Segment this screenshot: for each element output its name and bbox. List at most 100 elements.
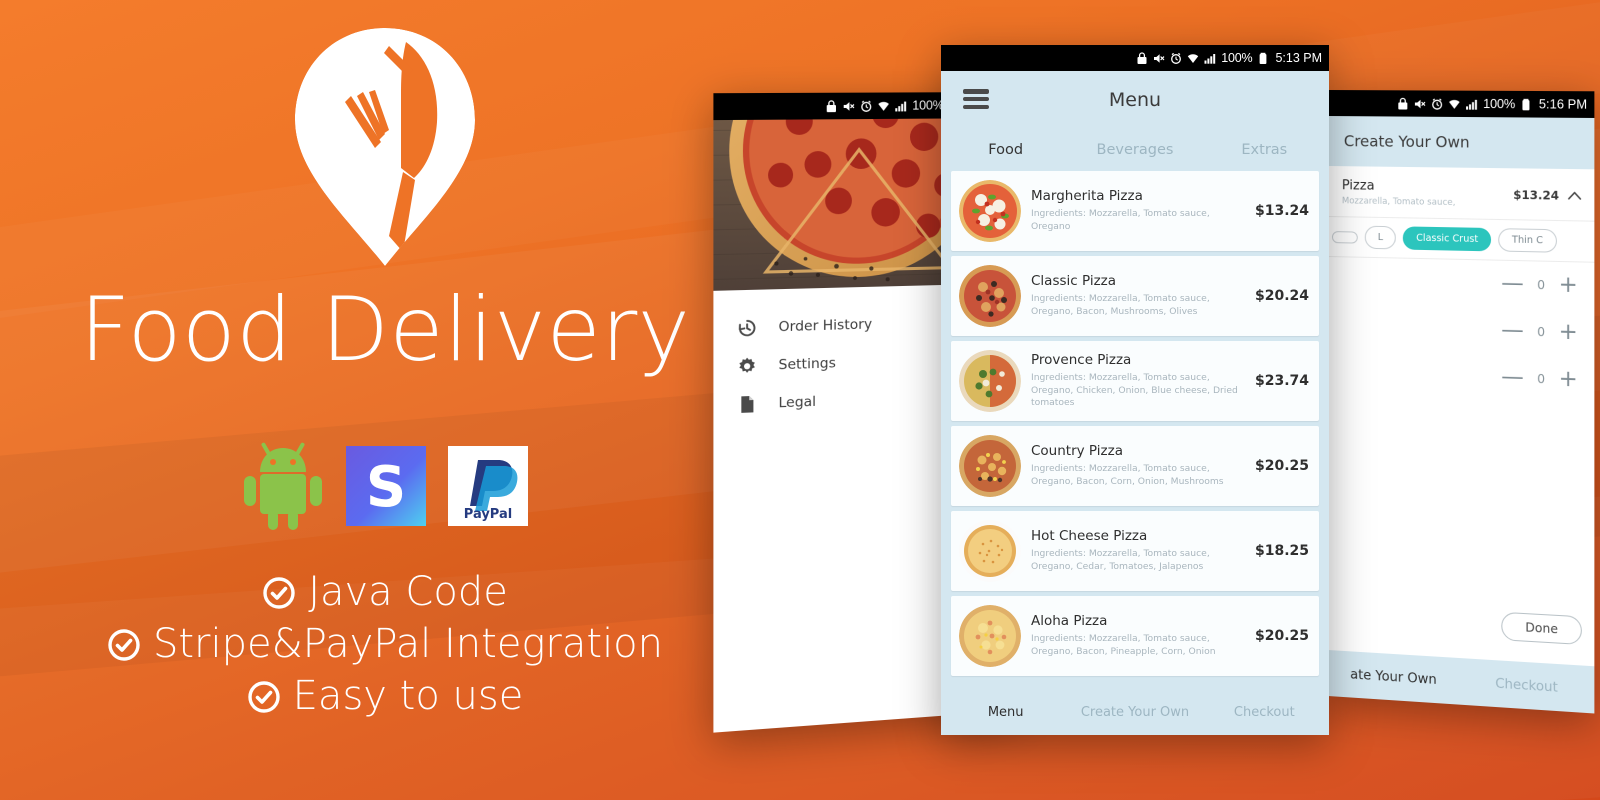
- drawer-item-label: Settings: [778, 354, 836, 373]
- drawer-item-label: Legal: [778, 393, 817, 411]
- menu-item-desc: Ingredients: Mozzarella, Tomato sauce, O…: [1031, 633, 1216, 657]
- menu-item-desc: Ingredients: Mozzarella, Tomato sauce, O…: [1031, 463, 1224, 487]
- stripe-badge: S: [346, 446, 426, 526]
- signal-icon: [1204, 53, 1216, 64]
- done-button[interactable]: Done: [1501, 611, 1582, 645]
- bottom-nav-checkout[interactable]: Checkout: [1200, 705, 1329, 720]
- stepper-value: 0: [1537, 324, 1546, 340]
- decrement-button[interactable]: —: [1501, 318, 1524, 344]
- crust-chip[interactable]: [1331, 230, 1358, 244]
- customize-item-header[interactable]: Pizza Mozzarella, Tomato sauce, $13.24: [1328, 166, 1594, 221]
- feature-item: Java Code: [0, 570, 770, 614]
- menu-item-price: $18.25: [1254, 543, 1309, 559]
- lock-icon: [1397, 97, 1409, 110]
- crust-chip[interactable]: Thin C: [1498, 228, 1557, 253]
- bottom-nav-create-your-own[interactable]: ate Your Own: [1328, 666, 1459, 689]
- bottom-nav-checkout[interactable]: Checkout: [1459, 674, 1594, 698]
- margherita-pizza-thumb: [959, 180, 1021, 242]
- status-clock: 5:13 PM: [1275, 51, 1322, 65]
- check-circle-icon: [107, 627, 141, 661]
- page-title: Food Delivery: [79, 278, 691, 381]
- increment-button[interactable]: +: [1559, 272, 1578, 298]
- hot-cheese-pizza-thumb: [959, 520, 1021, 582]
- mute-icon: [1415, 99, 1426, 108]
- list-item-text: Margherita Pizza Ingredients: Mozzarella…: [1031, 188, 1247, 233]
- menu-item-desc: Ingredients: Mozzarella, Tomato sauce, O…: [1031, 293, 1210, 317]
- decrement-button[interactable]: —: [1501, 271, 1524, 297]
- app-background: Menu Food Beverages Extras Margherita Pi…: [941, 71, 1329, 735]
- battery-icon: [1260, 52, 1267, 64]
- topping-stepper: — 0 +: [1328, 257, 1594, 310]
- app-bar: Create Your Own: [1328, 116, 1594, 169]
- app-bar-title: Create Your Own: [1343, 132, 1470, 152]
- android-badge: [242, 440, 324, 532]
- stepper-value: 0: [1537, 371, 1546, 387]
- list-item[interactable]: Margherita Pizza Ingredients: Mozzarella…: [951, 171, 1319, 251]
- feature-label: Easy to use: [292, 673, 524, 719]
- alarm-icon: [860, 99, 872, 112]
- app-background: Create Your Own Pizza Mozzarella, Tomato…: [1328, 116, 1595, 714]
- increment-button[interactable]: +: [1559, 366, 1578, 392]
- menu-item-price: $20.24: [1254, 288, 1309, 304]
- tab-food[interactable]: Food: [941, 142, 1070, 158]
- feature-item: Easy to use: [0, 674, 770, 718]
- branding-panel: Food Delivery S PayPal Java Code Stripe&…: [0, 0, 770, 800]
- wifi-icon: [878, 101, 890, 111]
- fork-knife-pin-logo: [285, 22, 485, 272]
- increment-button[interactable]: +: [1559, 319, 1578, 345]
- check-circle-icon: [247, 679, 281, 713]
- aloha-pizza-thumb: [959, 605, 1021, 667]
- lock-icon: [1137, 51, 1147, 64]
- menu-item-name: Country Pizza: [1031, 443, 1123, 460]
- customize-item-price: $13.24: [1513, 187, 1560, 203]
- list-item[interactable]: Classic Pizza Ingredients: Mozzarella, T…: [951, 256, 1319, 336]
- chevron-up-icon[interactable]: [1565, 186, 1584, 205]
- provence-pizza-thumb: [959, 350, 1021, 412]
- list-item-text: Classic Pizza Ingredients: Mozzarella, T…: [1031, 273, 1247, 318]
- status-bar: 100% 5:13 PM: [941, 45, 1329, 71]
- battery-percent: 100%: [1483, 96, 1516, 112]
- topping-stepper: — 0 +: [1328, 349, 1594, 404]
- list-item[interactable]: Aloha Pizza Ingredients: Mozzarella, Tom…: [951, 596, 1319, 676]
- svg-text:PayPal: PayPal: [464, 507, 512, 522]
- app-bar: Menu: [941, 71, 1329, 129]
- done-button-wrap: Done: [1501, 611, 1582, 645]
- menu-item-price: $13.24: [1254, 203, 1309, 219]
- mute-icon: [843, 99, 855, 111]
- menu-item-price: $20.25: [1254, 628, 1309, 644]
- crust-chip-selected[interactable]: Classic Crust: [1403, 226, 1492, 252]
- list-item-text: Aloha Pizza Ingredients: Mozzarella, Tom…: [1031, 613, 1247, 658]
- hamburger-icon[interactable]: [963, 89, 989, 109]
- wifi-icon: [1449, 99, 1460, 109]
- customize-item-desc: Mozzarella, Tomato sauce,: [1341, 196, 1456, 209]
- feature-label: Stripe&PayPal Integration: [152, 621, 664, 667]
- tab-beverages[interactable]: Beverages: [1070, 142, 1199, 158]
- list-item-text: Provence Pizza Ingredients: Mozzarella, …: [1031, 352, 1247, 410]
- crust-chip-group: L Classic Crust Thin C: [1328, 216, 1595, 263]
- list-item[interactable]: Provence Pizza Ingredients: Mozzarella, …: [951, 341, 1319, 421]
- mute-icon: [1154, 53, 1165, 63]
- wifi-icon: [1188, 53, 1199, 63]
- alarm-icon: [1431, 97, 1443, 110]
- feature-label: Java Code: [308, 569, 508, 615]
- signal-icon: [1466, 99, 1478, 110]
- list-item[interactable]: Country Pizza Ingredients: Mozzarella, T…: [951, 426, 1319, 506]
- menu-item-price: $23.74: [1254, 373, 1309, 389]
- gear-icon: [737, 355, 758, 376]
- list-item[interactable]: Hot Cheese Pizza Ingredients: Mozzarella…: [951, 511, 1319, 591]
- bottom-nav-create-your-own[interactable]: Create Your Own: [1070, 705, 1199, 720]
- feature-item: Stripe&PayPal Integration: [0, 622, 770, 666]
- menu-item-desc: Ingredients: Mozzarella, Tomato sauce, O…: [1031, 548, 1210, 572]
- category-tabs: Food Beverages Extras: [941, 129, 1329, 171]
- status-clock: 5:16 PM: [1538, 97, 1588, 112]
- customize-item-name: Pizza: [1341, 178, 1375, 194]
- tab-extras[interactable]: Extras: [1200, 142, 1329, 158]
- phone-center-menu-screen: 100% 5:13 PM Menu Food Beverages Extras: [941, 45, 1329, 735]
- paypal-badge: PayPal: [448, 446, 528, 526]
- topping-stepper: — 0 +: [1328, 303, 1594, 357]
- phone-right-create-your-own-screen: 100% 5:16 PM Create Your Own Pizza Mozza…: [1328, 90, 1595, 714]
- crust-chip[interactable]: L: [1364, 225, 1397, 250]
- customize-sheet: Pizza Mozzarella, Tomato sauce, $13.24 L…: [1328, 166, 1595, 714]
- decrement-button[interactable]: —: [1501, 365, 1524, 391]
- bottom-nav-menu[interactable]: Menu: [941, 705, 1070, 720]
